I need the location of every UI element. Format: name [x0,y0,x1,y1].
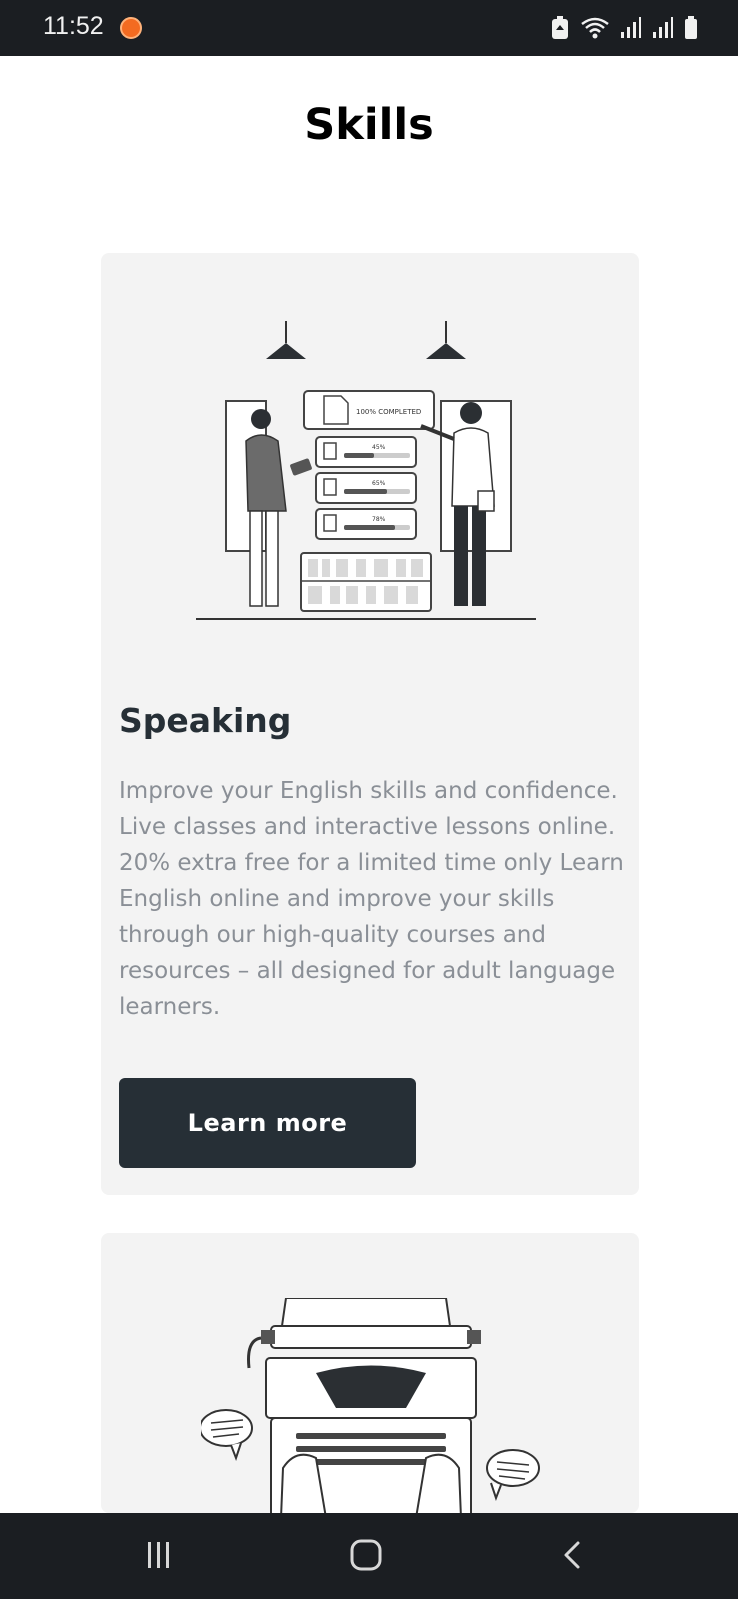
status-time: 11:52 [43,12,104,40]
learn-more-button[interactable]: Learn more [119,1078,416,1168]
bar-label-1: 45% [372,444,386,451]
card-heading: Speaking [119,701,292,740]
banner-label: 100% COMPLETED [356,408,421,416]
status-bar: 11:52 [0,0,738,56]
recycle-icon [552,16,568,39]
typewriter-illustration [201,1298,540,1513]
card-description: Improve your English skills and confiden… [119,778,624,1020]
wifi-icon [581,17,609,39]
skill-card-speaking: 100% COMPLETED 45% 65% 78% Speaking Impr… [101,253,639,1195]
signal-icon [621,17,641,38]
status-icons [550,14,698,42]
navigation-bar [0,1513,738,1599]
recent-apps-icon [148,1542,169,1568]
app-notification-icon [120,17,142,39]
home-button[interactable] [341,1533,391,1577]
page-title: Skills [304,100,434,150]
battery-icon [685,16,697,39]
bar-label-3: 78% [372,516,386,523]
people-with-progress-charts-illustration: 100% COMPLETED 45% 65% 78% [196,321,536,620]
recent-apps-button[interactable] [134,1533,184,1577]
home-icon [350,1539,382,1571]
back-button[interactable] [548,1533,598,1577]
bar-label-2: 65% [372,480,386,487]
signal-icon [653,17,673,38]
back-icon [564,1541,580,1569]
skill-card-writing [101,1233,639,1513]
